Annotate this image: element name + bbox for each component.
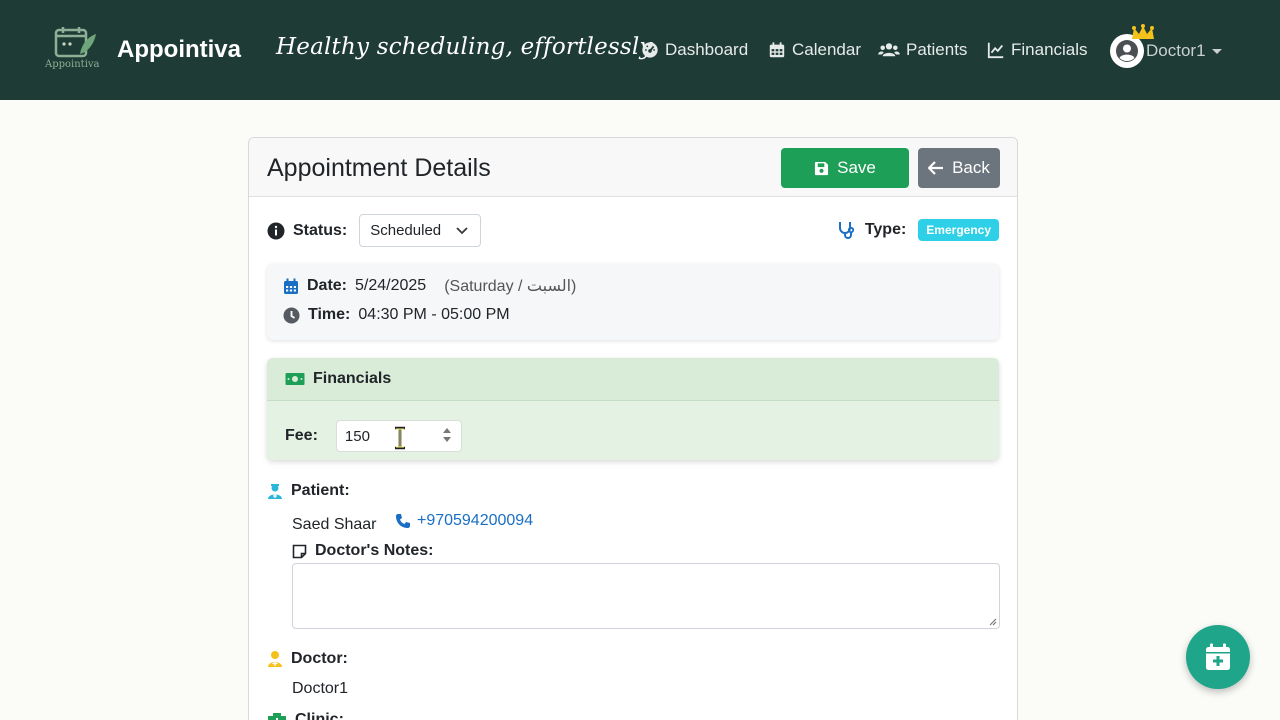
users-icon	[878, 43, 900, 57]
notes-section-label: Doctor's Notes:	[292, 542, 433, 560]
nav-calendar-label: Calendar	[792, 40, 861, 59]
date-value: 5/24/2025	[355, 277, 427, 294]
time-value: 04:30 PM - 05:00 PM	[358, 306, 510, 323]
back-button-label: Back	[952, 158, 990, 177]
calendar-icon	[284, 278, 298, 294]
financials-header: Financials	[267, 358, 999, 401]
phone-icon	[395, 514, 410, 528]
user-circle-icon	[1116, 40, 1138, 62]
calendar-plus-icon	[1206, 643, 1230, 670]
fee-stepper[interactable]	[442, 428, 451, 442]
patient-section-label: Patient:	[267, 482, 350, 500]
add-appointment-button[interactable]	[1186, 625, 1250, 689]
nav-patients-label: Patients	[906, 40, 968, 59]
brand-tagline: Healthy scheduling, effortlessly	[276, 34, 653, 60]
save-button-label: Save	[837, 158, 876, 177]
time-label: Time:	[308, 306, 351, 323]
financials-panel: Financials Fee: 150	[267, 358, 999, 460]
patient-info: Saed Shaar +970594200094	[292, 512, 533, 534]
resize-handle-icon[interactable]	[987, 616, 997, 626]
patient-name: Saed Shaar	[292, 516, 377, 533]
status-select[interactable]: Scheduled	[359, 214, 482, 247]
day-value: (Saturday / السبت)	[444, 278, 577, 295]
crown-icon	[1132, 24, 1154, 39]
chevron-down-icon	[456, 226, 468, 234]
chart-line-icon	[987, 42, 1004, 59]
doctor-name: Doctor1	[292, 680, 349, 697]
clock-icon	[283, 307, 300, 323]
fee-input[interactable]: 150	[335, 420, 462, 452]
datetime-panel: Date: 5/24/2025 (Saturday / السبت) Time:…	[267, 264, 999, 340]
chevron-down-icon	[1211, 48, 1222, 54]
user-nurse-icon	[268, 484, 282, 499]
clinic-icon	[268, 713, 286, 720]
logo-text: Appointiva	[45, 59, 100, 70]
arrow-left-icon	[928, 161, 944, 175]
sticky-note-icon	[292, 544, 307, 558]
text-cursor-icon	[394, 426, 405, 450]
clinic-section-label: Clinic:	[267, 711, 344, 720]
status-select-value: Scheduled	[370, 222, 442, 239]
patient-phone-link[interactable]: +970594200094	[395, 512, 533, 530]
time-row: Time: 04:30 PM - 05:00 PM	[283, 306, 510, 324]
nav-financials[interactable]: Financials	[987, 40, 1088, 60]
brand-name[interactable]: Appointiva	[117, 36, 241, 64]
date-label: Date:	[307, 277, 348, 294]
patient-phone: +970594200094	[416, 512, 534, 529]
page-title: Appointment Details	[267, 154, 491, 182]
calendar-icon	[769, 42, 785, 58]
stethoscope-icon	[838, 222, 854, 239]
status-row: Status: Scheduled	[267, 214, 482, 247]
nav-dashboard-label: Dashboard	[665, 40, 749, 59]
navbar: Appointiva Appointiva Healthy scheduling…	[0, 0, 1280, 100]
notes-textarea[interactable]	[292, 563, 1000, 629]
financials-title: Financials	[313, 370, 392, 387]
money-bill-icon	[285, 373, 305, 385]
user-doctor-icon	[268, 651, 282, 667]
type-badge: Emergency	[918, 219, 999, 241]
user-name: Doctor1	[1146, 41, 1206, 60]
nav-calendar[interactable]: Calendar	[768, 40, 861, 60]
nav-dashboard[interactable]: Dashboard	[641, 40, 748, 60]
type-row: Type: Emergency	[837, 219, 999, 241]
doctor-label: Doctor:	[291, 650, 348, 667]
appointment-card: Appointment Details Save Back Status: Sc…	[248, 137, 1018, 720]
date-row: Date: 5/24/2025 (Saturday / السبت)	[283, 276, 576, 296]
fee-label: Fee:	[285, 427, 318, 444]
clinic-label: Clinic:	[295, 711, 344, 720]
floppy-icon	[815, 161, 829, 175]
type-label: Type:	[864, 221, 907, 238]
doctor-section-label: Doctor:	[267, 650, 348, 668]
nav-financials-label: Financials	[1011, 40, 1088, 59]
status-label: Status:	[293, 221, 348, 239]
nav-patients[interactable]: Patients	[878, 40, 967, 60]
user-menu[interactable]: Doctor1	[1110, 24, 1222, 68]
fee-row: Fee: 150	[285, 420, 462, 452]
save-button[interactable]: Save	[781, 148, 909, 188]
dashboard-icon	[642, 42, 658, 58]
info-circle-icon	[267, 222, 285, 239]
notes-label: Doctor's Notes:	[315, 542, 434, 559]
fee-input-value: 150	[344, 427, 370, 445]
card-header: Appointment Details Save Back	[249, 138, 1017, 197]
patient-label: Patient:	[291, 482, 350, 499]
avatar	[1110, 24, 1154, 68]
back-button[interactable]: Back	[918, 148, 1000, 188]
